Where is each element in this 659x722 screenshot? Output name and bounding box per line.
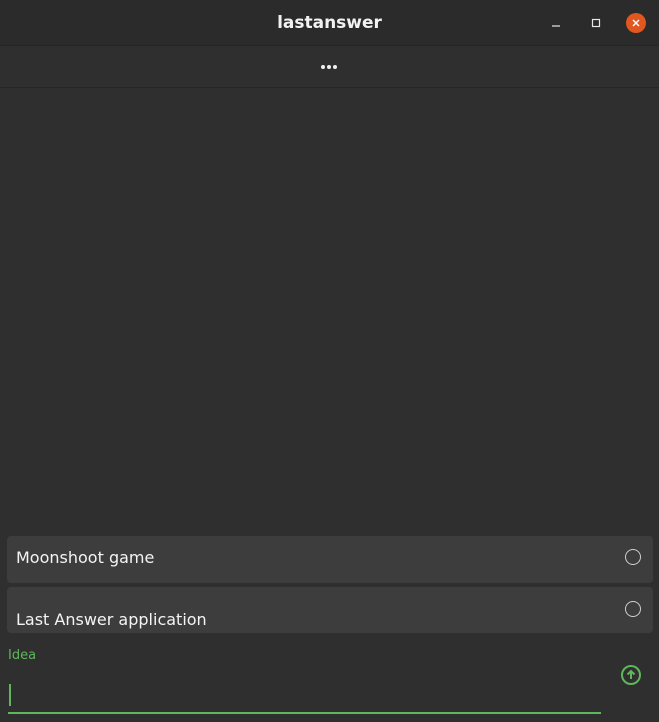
more-horizontal-icon (321, 65, 337, 69)
list-item-label: Moonshoot game (16, 548, 155, 567)
arrow-up-circle-icon (621, 665, 641, 685)
radio-button[interactable] (625, 601, 641, 617)
maximize-button[interactable] (586, 13, 606, 33)
radio-button[interactable] (625, 549, 641, 565)
list-item-label: Last Answer application (16, 610, 207, 629)
minimize-icon (552, 25, 560, 27)
toolbar (0, 46, 659, 88)
more-options-button[interactable] (314, 54, 344, 80)
text-caret (9, 684, 11, 706)
list-item-last-answer-application[interactable]: Last Answer application (7, 587, 653, 633)
title-bar: lastanswer (0, 0, 659, 46)
submit-button[interactable] (620, 664, 642, 686)
maximize-icon (591, 18, 601, 28)
close-button[interactable] (626, 13, 646, 33)
close-icon (632, 19, 640, 27)
minimize-button[interactable] (546, 13, 566, 33)
list-item-moonshoot-game[interactable]: Moonshoot game (7, 536, 653, 583)
idea-field-label: Idea (8, 648, 37, 663)
app-window: lastanswer Moonshoot game Last Answer ap… (0, 0, 659, 722)
idea-input[interactable] (8, 680, 601, 714)
